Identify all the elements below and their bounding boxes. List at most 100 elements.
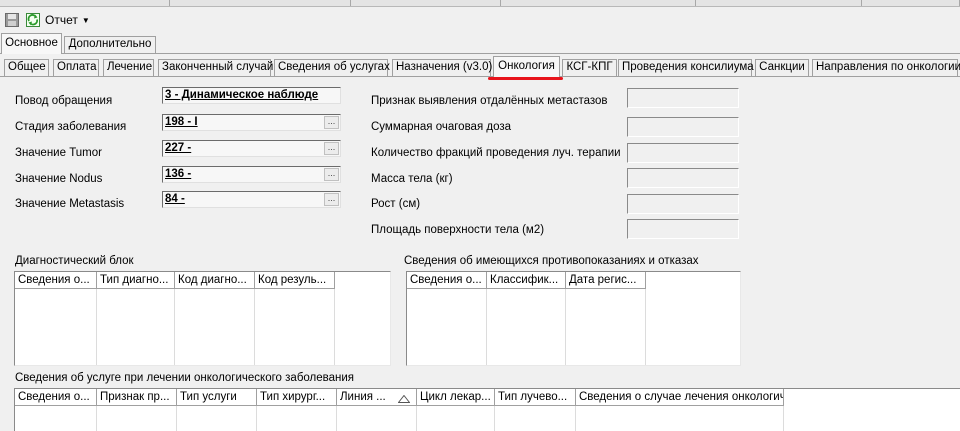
grid-header: Сведения о... Классифик... Дата регис... (407, 272, 646, 289)
sort-ascending-icon (397, 392, 411, 405)
tab-prescriptions[interactable]: Назначения (v3.0) (392, 59, 492, 76)
fraction-count-input[interactable] (627, 143, 739, 163)
column-header[interactable]: Дата регис... (566, 272, 646, 289)
tab-services[interactable]: Сведения об услугах (274, 59, 390, 76)
top-strip-segment (866, 0, 960, 6)
grid-column-line (486, 289, 487, 365)
column-header[interactable]: Признак пр... (97, 389, 177, 406)
ellipsis-button[interactable]: ... (324, 193, 339, 206)
tab-general[interactable]: Общее (4, 59, 49, 76)
top-strip-segment (702, 0, 862, 6)
tab-finished-case[interactable]: Законченный случай (158, 59, 273, 76)
contraindications-grid[interactable]: Сведения о... Классифик... Дата регис... (406, 271, 741, 366)
disease-stage-field[interactable]: 198 - I... (162, 114, 341, 131)
toolbar: Отчет ▼ (0, 8, 960, 32)
tab-oncology-referrals[interactable]: Направления по онкологии (812, 59, 960, 76)
column-header[interactable]: Цикл лекар... (417, 389, 495, 406)
refresh-icon[interactable] (24, 11, 42, 29)
ellipsis-button[interactable]: ... (324, 168, 339, 181)
annotation-underline (488, 77, 563, 80)
visit-reason-field[interactable]: 3 - Динамическое наблюде (162, 87, 341, 104)
service-grid[interactable]: Сведения о... Признак пр... Тип услуги Т… (14, 388, 960, 431)
column-header[interactable]: Сведения о... (15, 389, 97, 406)
grid-column-line (494, 406, 495, 431)
top-strip-segment (506, 0, 696, 6)
tab-oncology[interactable]: Онкология (493, 56, 560, 77)
column-header[interactable]: Тип хирург... (257, 389, 337, 406)
column-header-sorted[interactable]: Линия ... (337, 389, 417, 406)
column-header[interactable]: Классифик... (487, 272, 566, 289)
field-label: Повод обращения (15, 95, 113, 107)
nodus-value: 136 - (165, 168, 192, 180)
metastasis-field[interactable]: 84 -... (162, 191, 341, 208)
column-header[interactable]: Сведения о случае лечения онкологич... (576, 389, 784, 406)
grid-column-line (783, 406, 784, 431)
grid-column-line (254, 289, 255, 365)
tab-treatment[interactable]: Лечение (103, 59, 154, 76)
visit-reason-value: 3 - Динамическое наблюде (165, 89, 319, 101)
tab-payment[interactable]: Оплата (53, 59, 99, 76)
grid-column-line (96, 406, 97, 431)
grid-header: Сведения о... Признак пр... Тип услуги Т… (15, 389, 784, 406)
field-label: Рост (см) (371, 198, 421, 210)
service-block-title: Сведения об услуге при лечении онкологич… (15, 372, 355, 384)
height-input[interactable] (627, 194, 739, 214)
field-label: Количество фракций проведения луч. терап… (371, 147, 621, 159)
sub-tabs: Общее Оплата Лечение Законченный случай … (0, 56, 960, 77)
column-header[interactable]: Сведения о... (407, 272, 487, 289)
diagnostic-block-title: Диагностический блок (15, 255, 134, 267)
column-label: Линия ... (340, 391, 386, 403)
body-weight-input[interactable] (627, 168, 739, 188)
tab-consilium[interactable]: Проведения консилиума (618, 59, 754, 76)
column-header[interactable]: Код диагно... (175, 272, 255, 289)
grid-header: Сведения о... Тип диагно... Код диагно..… (15, 272, 335, 289)
save-icon[interactable] (3, 11, 21, 29)
tumor-field[interactable]: 227 -... (162, 140, 341, 157)
grid-column-line (256, 406, 257, 431)
report-label: Отчет (45, 13, 78, 27)
metastasis-value: 84 - (165, 193, 185, 205)
ellipsis-button[interactable]: ... (324, 116, 339, 129)
grid-column-line (176, 406, 177, 431)
field-label: Площадь поверхности тела (м2) (371, 224, 545, 236)
grid-column-line (416, 406, 417, 431)
top-strip-segment (0, 0, 170, 6)
report-menu-button[interactable]: Отчет ▼ (45, 12, 90, 28)
field-label: Суммарная очаговая доза (371, 121, 512, 133)
grid-column-line (565, 289, 566, 365)
column-header[interactable]: Тип услуги (177, 389, 257, 406)
tab-main[interactable]: Основное (1, 33, 62, 54)
grid-column-line (334, 289, 335, 365)
grid-column-line (96, 289, 97, 365)
nodus-field[interactable]: 136 -... (162, 166, 341, 183)
top-strip-segment (176, 0, 351, 6)
column-header[interactable]: Код резуль... (255, 272, 335, 289)
main-tabs-divider (0, 53, 960, 54)
tab-ksg-kpg[interactable]: КСГ-КПГ (562, 59, 617, 76)
tab-additional[interactable]: Дополнительно (64, 36, 156, 53)
column-header[interactable]: Тип диагно... (97, 272, 175, 289)
column-header[interactable]: Сведения о... (15, 272, 97, 289)
tumor-value: 227 - (165, 142, 192, 154)
field-label: Стадия заболевания (15, 121, 127, 133)
contraindications-block-title: Сведения об имеющихся противопоказаниях … (404, 255, 699, 267)
main-tabs: Основное Дополнительно (0, 33, 960, 54)
field-label: Признак выявления отдалённых метастазов (371, 95, 608, 107)
total-dose-input[interactable] (627, 117, 739, 137)
tab-sanctions[interactable]: Санкции (755, 59, 809, 76)
field-label: Значение Metastasis (15, 198, 125, 210)
body-surface-input[interactable] (627, 219, 739, 239)
top-strip-segment (356, 0, 501, 6)
sub-tabs-divider (0, 76, 960, 77)
dropdown-arrow-icon: ▼ (81, 15, 90, 25)
field-label: Масса тела (кг) (371, 173, 453, 185)
field-label: Значение Tumor (15, 147, 102, 159)
ellipsis-button[interactable]: ... (324, 142, 339, 155)
grid-column-line (575, 406, 576, 431)
disease-stage-value: 198 - I (165, 116, 198, 128)
grid-column-line (174, 289, 175, 365)
column-header[interactable]: Тип лучево... (495, 389, 576, 406)
diagnostic-grid[interactable]: Сведения о... Тип диагно... Код диагно..… (14, 271, 391, 366)
grid-column-line (645, 289, 646, 365)
distant-metastasis-input[interactable] (627, 88, 739, 108)
